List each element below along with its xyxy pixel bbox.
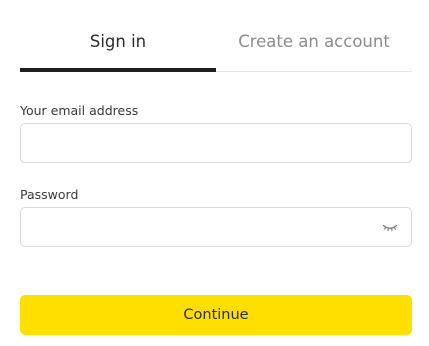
tab-sign-in-label: Sign in <box>89 32 147 51</box>
password-label: Password <box>20 187 79 202</box>
tab-create-account-label: Create an account <box>238 32 390 51</box>
tab-create-account[interactable]: Create an account <box>216 24 412 71</box>
continue-button[interactable]: Continue <box>20 295 412 335</box>
email-field[interactable] <box>21 124 361 162</box>
password-field-box <box>20 207 412 247</box>
tab-sign-in[interactable]: Sign in <box>20 24 216 72</box>
email-label: Your email address <box>20 103 139 118</box>
eye-closed-icon[interactable] <box>382 221 398 233</box>
email-field-box <box>20 123 412 163</box>
password-field[interactable] <box>21 208 361 246</box>
auth-tabs: Sign in Create an account <box>20 24 412 72</box>
